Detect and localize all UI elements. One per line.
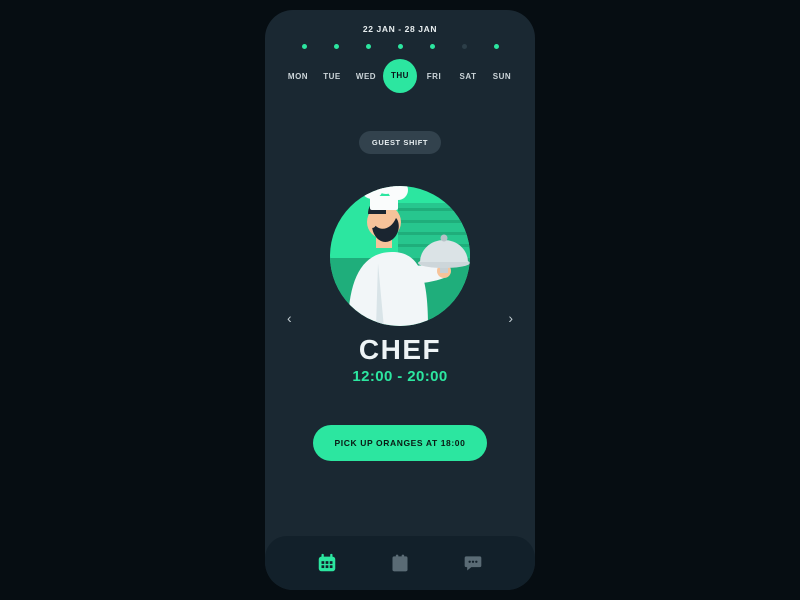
date-range: 22 JAN - 28 JAN: [265, 24, 535, 34]
day-dot: [334, 44, 339, 49]
bottom-nav: [265, 536, 535, 590]
day-dot: [462, 44, 467, 49]
day-dot: [494, 44, 499, 49]
chat-icon: [462, 553, 484, 573]
role-title: CHEF: [359, 334, 441, 366]
role-time: 12:00 - 20:00: [352, 368, 447, 385]
day-dot: [398, 44, 403, 49]
day-dot: [366, 44, 371, 49]
day-wed[interactable]: WED: [352, 72, 380, 81]
task-cta-button[interactable]: PICK UP ORANGES AT 18:00: [313, 425, 488, 461]
day-thu[interactable]: THU: [383, 59, 417, 93]
nav-calendar[interactable]: [314, 550, 340, 576]
day-tue[interactable]: TUE: [318, 72, 346, 81]
shift-content: GUEST SHIFT ‹ ›: [265, 99, 535, 536]
days-row: MON TUE WED THU FRI SAT SUN: [265, 59, 535, 93]
header: 22 JAN - 28 JAN MON TUE WED THU FRI SAT …: [265, 10, 535, 99]
day-sat[interactable]: SAT: [454, 72, 482, 81]
day-indicator-row: [265, 44, 535, 49]
day-fri[interactable]: FRI: [420, 72, 448, 81]
calendar-icon: [316, 552, 338, 574]
chef-illustration: [320, 168, 480, 328]
day-mon[interactable]: MON: [284, 72, 312, 81]
nav-list[interactable]: [387, 550, 413, 576]
shift-type-badge: GUEST SHIFT: [359, 131, 441, 154]
day-dot: [430, 44, 435, 49]
nav-chat[interactable]: [460, 550, 486, 576]
day-sun[interactable]: SUN: [488, 72, 516, 81]
list-icon: [390, 553, 410, 573]
app-screen: 22 JAN - 28 JAN MON TUE WED THU FRI SAT …: [265, 10, 535, 590]
next-arrow-icon[interactable]: ›: [508, 310, 513, 326]
prev-arrow-icon[interactable]: ‹: [287, 310, 292, 326]
day-dot: [302, 44, 307, 49]
